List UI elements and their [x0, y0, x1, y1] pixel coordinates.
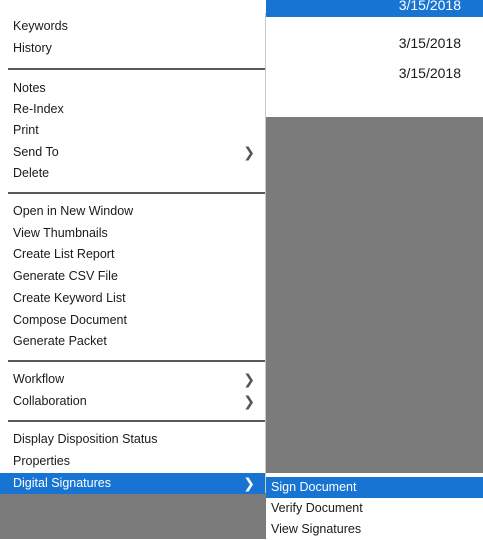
document-context-menu: Keywords History Notes Re-Index Print Se…: [0, 13, 266, 494]
menu-item-generate-csv-file[interactable]: Generate CSV File: [0, 266, 265, 287]
menu-item-label: Delete: [13, 166, 50, 180]
menu-item-generate-packet[interactable]: Generate Packet: [0, 331, 265, 352]
menu-item-delete[interactable]: Delete: [0, 163, 265, 184]
document-row[interactable]: 3/15/2018: [266, 0, 483, 17]
menu-separator: [8, 360, 265, 362]
document-row[interactable]: 3/15/2018: [266, 33, 483, 55]
menu-item-send-to[interactable]: Send To ❯: [0, 142, 265, 163]
document-date: 3/15/2018: [398, 65, 461, 81]
menu-item-workflow[interactable]: Workflow ❯: [0, 369, 265, 390]
document-row[interactable]: 3/15/2018: [266, 63, 483, 85]
menu-item-collaboration[interactable]: Collaboration ❯: [0, 391, 265, 412]
submenu-item-sign-document[interactable]: Sign Document: [266, 477, 483, 498]
menu-item-label: Send To: [13, 145, 59, 159]
menu-item-notes[interactable]: Notes: [0, 78, 265, 99]
chevron-right-icon: ❯: [243, 393, 255, 409]
menu-item-label: Compose Document: [13, 313, 127, 327]
menu-item-label: Create List Report: [13, 247, 115, 261]
viewer-backdrop-bottom: [0, 492, 266, 539]
document-results-list: 3/15/2018 3/15/2018 3/15/2018: [266, 0, 483, 539]
menu-item-label: Collaboration: [13, 394, 87, 408]
menu-item-re-index[interactable]: Re-Index: [0, 99, 265, 120]
menu-item-view-thumbnails[interactable]: View Thumbnails: [0, 223, 265, 244]
menu-item-label: Generate CSV File: [13, 269, 118, 283]
document-date: 3/15/2018: [398, 0, 461, 13]
chevron-right-icon: ❯: [243, 144, 255, 160]
submenu-item-verify-document[interactable]: Verify Document: [266, 498, 483, 519]
menu-separator: [8, 192, 265, 194]
menu-item-label: Digital Signatures: [13, 476, 111, 490]
menu-item-label: Open in New Window: [13, 204, 134, 218]
document-date: 3/15/2018: [398, 35, 461, 51]
menu-item-label: Notes: [13, 81, 46, 95]
menu-item-label: View Thumbnails: [13, 226, 108, 240]
digital-signatures-submenu: Sign Document Verify Document View Signa…: [266, 473, 483, 539]
menu-item-digital-signatures[interactable]: Digital Signatures ❯: [0, 473, 265, 494]
document-viewer-backdrop: [266, 117, 483, 473]
menu-item-label: Properties: [13, 454, 70, 468]
menu-item-history[interactable]: History: [0, 38, 265, 59]
menu-item-label: Verify Document: [271, 501, 363, 515]
submenu-item-view-signatures[interactable]: View Signatures: [266, 519, 483, 540]
menu-item-create-keyword-list[interactable]: Create Keyword List: [0, 288, 265, 309]
menu-item-label: Generate Packet: [13, 334, 107, 348]
menu-item-label: Display Disposition Status: [13, 432, 158, 446]
menu-item-print[interactable]: Print: [0, 120, 265, 141]
chevron-right-icon: ❯: [243, 371, 255, 387]
menu-item-label: Re-Index: [13, 102, 64, 116]
menu-item-label: Workflow: [13, 372, 65, 386]
chevron-right-icon: ❯: [243, 475, 255, 491]
menu-separator: [8, 68, 265, 70]
menu-item-label: History: [13, 41, 52, 55]
menu-item-compose-document[interactable]: Compose Document: [0, 310, 265, 331]
menu-item-label: Keywords: [13, 19, 68, 33]
menu-item-properties[interactable]: Properties: [0, 451, 265, 472]
menu-item-label: Sign Document: [271, 480, 357, 494]
menu-item-open-in-new-window[interactable]: Open in New Window: [0, 201, 265, 222]
menu-item-keywords[interactable]: Keywords: [0, 16, 265, 37]
menu-item-label: Print: [13, 123, 39, 137]
menu-item-display-disposition-status[interactable]: Display Disposition Status: [0, 429, 265, 450]
menu-item-label: Create Keyword List: [13, 291, 126, 305]
menu-item-create-list-report[interactable]: Create List Report: [0, 244, 265, 265]
menu-item-label: View Signatures: [271, 522, 362, 536]
menu-separator: [8, 420, 265, 422]
